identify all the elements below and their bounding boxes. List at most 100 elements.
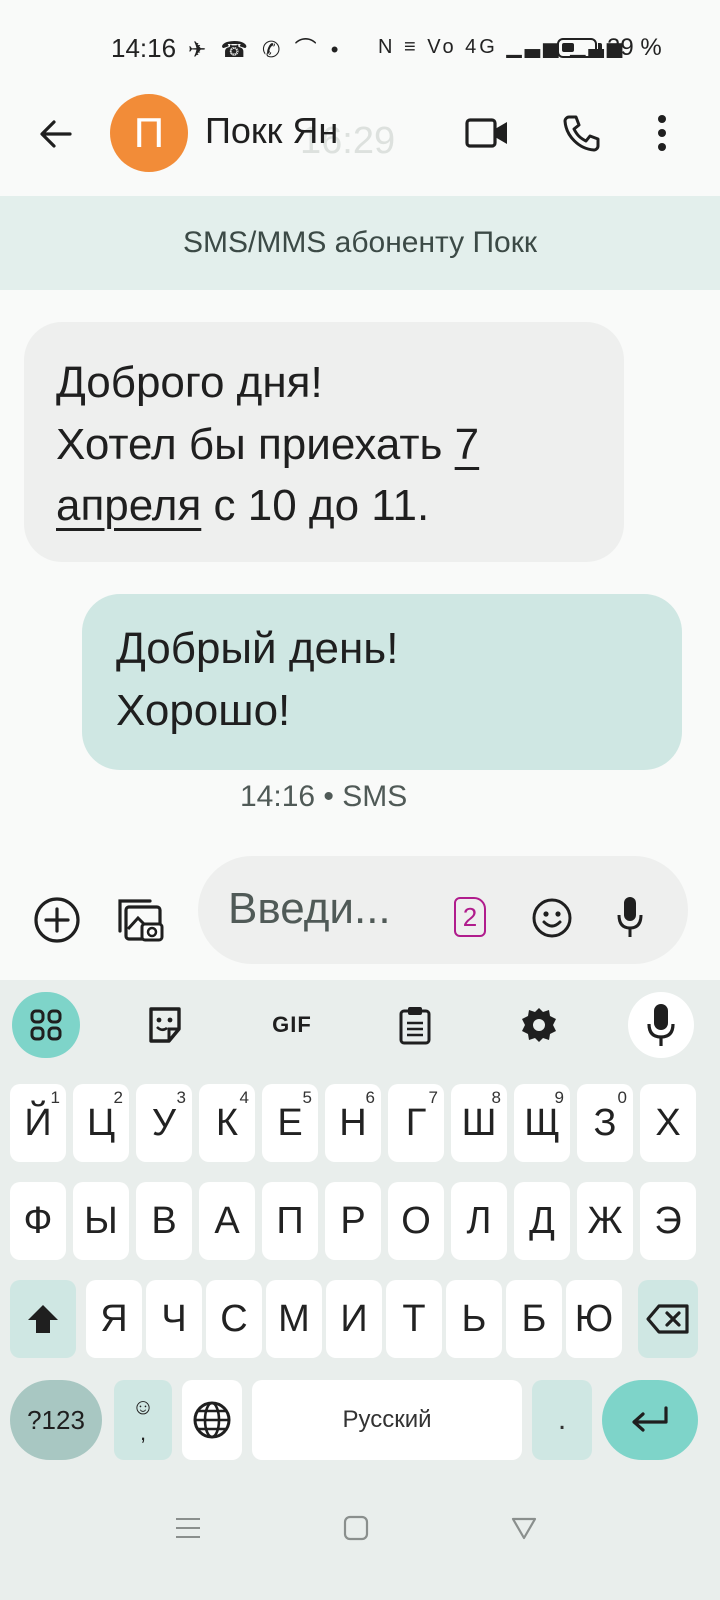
backspace-key[interactable]	[638, 1280, 698, 1358]
enter-key[interactable]	[602, 1380, 698, 1460]
emoji-button[interactable]	[530, 896, 574, 940]
period-key[interactable]: .	[532, 1380, 592, 1460]
key-hint: 1	[50, 1088, 60, 1107]
incoming-line-3: апреля с 10 до 11.	[56, 475, 594, 537]
backspace-icon	[646, 1304, 689, 1334]
key-hint: 7	[428, 1088, 438, 1107]
emoji-key-top: ☺	[131, 1394, 155, 1419]
back-triangle-icon	[511, 1517, 537, 1540]
date-link-part-1[interactable]: 7	[455, 420, 479, 469]
arrow-left-icon	[40, 120, 72, 148]
key-hint: 3	[176, 1088, 186, 1107]
key-б[interactable]: Б	[506, 1280, 562, 1358]
gear-icon	[522, 1008, 556, 1042]
key-о[interactable]: О	[388, 1182, 444, 1260]
date-link-part-2[interactable]: апреля	[56, 481, 201, 530]
key-т[interactable]: Т	[386, 1280, 442, 1358]
settings-button[interactable]	[514, 1000, 564, 1050]
sticker-icon	[149, 1007, 181, 1043]
call-button[interactable]	[556, 108, 606, 158]
incoming-line-2-text: Хотел бы приехать	[56, 419, 455, 469]
key-hint: 5	[302, 1088, 312, 1107]
key-ь[interactable]: Ь	[446, 1280, 502, 1358]
key-п[interactable]: П	[262, 1182, 318, 1260]
avatar[interactable]: П	[110, 94, 188, 172]
key-ы[interactable]: Ы	[73, 1182, 129, 1260]
keyboard: GIF Й1 Ц2 У3 К4 Е5 Н6 Г7 Ш8 Щ9 З 0 Х Ф Ы…	[0, 980, 720, 1480]
key-н[interactable]: Н6	[325, 1084, 381, 1162]
gallery-icon	[118, 899, 164, 942]
mic-icon	[617, 897, 643, 937]
key-а[interactable]: А	[199, 1182, 255, 1260]
enter-icon	[632, 1406, 668, 1432]
video-call-button[interactable]	[462, 110, 512, 156]
key-в[interactable]: В	[136, 1182, 192, 1260]
key-ч[interactable]: Ч	[146, 1280, 202, 1358]
key-ц[interactable]: Ц2	[73, 1084, 129, 1162]
add-circle-icon	[34, 897, 80, 943]
menu-icon	[176, 1518, 200, 1538]
shift-icon	[28, 1305, 58, 1333]
key-р[interactable]: Р	[325, 1182, 381, 1260]
contact-name[interactable]: Покк Ян	[205, 110, 338, 152]
symbols-key[interactable]: ?123	[10, 1380, 102, 1460]
home-button[interactable]	[326, 1506, 386, 1550]
globe-icon	[193, 1401, 231, 1439]
key-м[interactable]: М	[266, 1280, 322, 1358]
notification-icons: ✈ ☎ ✆ ⌒ •	[188, 37, 343, 62]
key-ю[interactable]: Ю	[566, 1280, 622, 1358]
voice-input-button[interactable]	[628, 992, 694, 1058]
key-label: З	[593, 1101, 617, 1144]
key-с[interactable]: С	[206, 1280, 262, 1358]
attach-button[interactable]	[30, 893, 84, 947]
more-options-button[interactable]	[640, 108, 684, 158]
more-vertical-icon	[658, 115, 666, 151]
nav-back-button[interactable]	[494, 1506, 554, 1550]
key-г[interactable]: Г7	[388, 1084, 444, 1162]
key-hint: 2	[113, 1088, 123, 1107]
emoji-icon	[532, 898, 572, 938]
key-х[interactable]: Х	[640, 1084, 696, 1162]
key-label: Е	[277, 1101, 303, 1144]
voice-message-button[interactable]	[610, 892, 650, 942]
key-ж[interactable]: Ж	[577, 1182, 633, 1260]
back-button[interactable]	[30, 108, 82, 160]
sticker-button[interactable]	[140, 1000, 190, 1050]
recipient-banner: SMS/MMS абоненту Покк	[0, 196, 720, 290]
key-ш[interactable]: Ш8	[451, 1084, 507, 1162]
gif-button[interactable]: GIF	[262, 1002, 322, 1048]
recents-button[interactable]	[158, 1506, 218, 1550]
key-е[interactable]: Е5	[262, 1084, 318, 1162]
phone-icon	[563, 115, 600, 152]
outgoing-message[interactable]: Добрый день! Хорошо!	[82, 594, 682, 770]
key-л[interactable]: Л	[451, 1182, 507, 1260]
message-timestamp: 14:16 • SMS	[240, 780, 408, 813]
incoming-message[interactable]: Доброго дня! Хотел бы приехать 7 апреля …	[24, 322, 624, 562]
key-й[interactable]: Й1	[10, 1084, 66, 1162]
key-hint: 4	[239, 1088, 249, 1107]
keyboard-apps-button[interactable]	[12, 992, 80, 1058]
key-э[interactable]: Э	[640, 1182, 696, 1260]
gallery-button[interactable]	[112, 890, 168, 948]
key-з[interactable]: З0	[577, 1084, 633, 1162]
incoming-line-2: Хотел бы приехать 7	[56, 414, 594, 476]
key-у[interactable]: У3	[136, 1084, 192, 1162]
emoji-comma-key[interactable]: ☺ ,	[114, 1380, 172, 1460]
language-key[interactable]	[182, 1380, 242, 1460]
shift-key[interactable]	[10, 1280, 76, 1358]
key-я[interactable]: Я	[86, 1280, 142, 1358]
sim-selector[interactable]: 2	[454, 897, 486, 937]
grid-icon	[30, 1009, 62, 1041]
key-hint: 8	[491, 1088, 501, 1107]
key-label: Й	[24, 1101, 52, 1144]
key-к[interactable]: К4	[199, 1084, 255, 1162]
clipboard-icon	[399, 1007, 431, 1045]
home-square-icon	[343, 1515, 369, 1541]
key-д[interactable]: Д	[514, 1182, 570, 1260]
key-ф[interactable]: Ф	[10, 1182, 66, 1260]
key-щ[interactable]: Щ9	[514, 1084, 570, 1162]
clipboard-button[interactable]	[390, 1000, 440, 1050]
key-и[interactable]: И	[326, 1280, 382, 1358]
space-key[interactable]: Русский	[252, 1380, 522, 1460]
key-label: У	[151, 1101, 177, 1144]
